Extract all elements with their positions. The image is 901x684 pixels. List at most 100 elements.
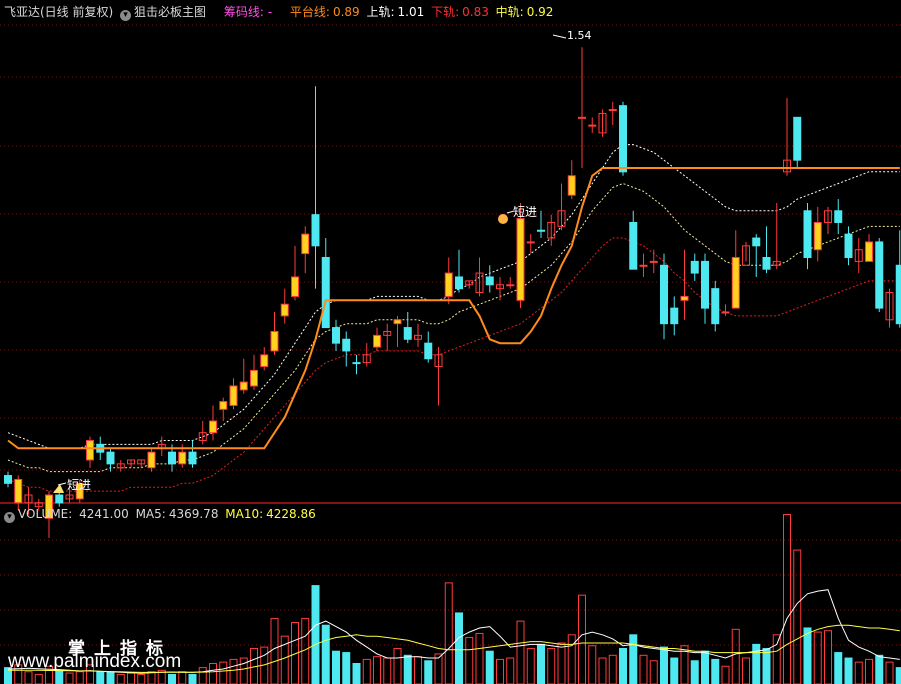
- candle-body: [332, 327, 340, 344]
- candle: [660, 253, 668, 340]
- middle-label: 中轨:: [495, 5, 524, 19]
- volume-value: 4241.00: [79, 507, 129, 521]
- candle: [280, 288, 289, 324]
- candle-body: [701, 260, 709, 309]
- candle: [424, 331, 433, 363]
- candle: [301, 226, 310, 274]
- volume-bar: [598, 657, 607, 684]
- candle-body: [178, 451, 187, 465]
- candle: [414, 323, 422, 348]
- candle: [444, 257, 453, 305]
- chip-line-label: 筹码线: -: [223, 5, 273, 19]
- signal-label-2: 短进: [513, 205, 537, 219]
- high-price-label: 1.54: [567, 29, 592, 42]
- template-name[interactable]: 狙击必板主图: [134, 5, 206, 19]
- middle-value: 0.92: [526, 5, 554, 19]
- volume-bar: [352, 663, 361, 684]
- toggle-icon[interactable]: ▾: [4, 512, 15, 523]
- candle-body: [86, 439, 94, 461]
- candle: [506, 276, 515, 289]
- candle: [496, 276, 504, 301]
- volume-bar: [865, 658, 873, 684]
- volume-legend: ▾ VOLUME: 4241.00 MA5: 4369.78 MA10: 4228.8…: [4, 507, 319, 523]
- candle: [209, 405, 217, 441]
- volume-bar: [875, 654, 884, 684]
- candle: [352, 354, 361, 375]
- toggle-icon[interactable]: ▾: [120, 10, 132, 21]
- candle-body: [608, 109, 617, 112]
- candle-body: [793, 116, 802, 161]
- candle-body: [567, 175, 576, 196]
- candle-body: [168, 451, 176, 465]
- candle-body: [711, 288, 720, 325]
- candle: [885, 288, 894, 328]
- candle-body: [619, 105, 627, 173]
- candle-body: [506, 284, 515, 287]
- candle-body: [680, 295, 689, 301]
- candle: [403, 312, 412, 344]
- candle: [588, 117, 597, 133]
- volume-bar: [362, 658, 371, 684]
- volume-bar: [772, 634, 781, 684]
- candle: [270, 312, 279, 355]
- candle-body: [393, 319, 402, 325]
- candle-body: [834, 210, 843, 223]
- candle-body: [752, 237, 761, 247]
- candle: [239, 358, 248, 394]
- candle-body: [342, 338, 351, 352]
- stock-name[interactable]: 飞亚达(日线 前复权): [4, 5, 113, 19]
- candle: [639, 253, 648, 277]
- candle: [383, 323, 392, 351]
- candle: [14, 475, 23, 511]
- candle: [813, 206, 822, 262]
- volume-bar: [393, 647, 402, 684]
- candle: [875, 238, 884, 313]
- candle: [731, 230, 740, 309]
- volume-bar: [526, 647, 535, 684]
- candle-body: [239, 381, 248, 391]
- volume-bar: [752, 643, 761, 684]
- candle: [260, 347, 269, 371]
- volume-bar: [34, 673, 43, 684]
- volume-bar: [803, 627, 812, 684]
- volume-bar: [342, 652, 351, 684]
- volume-bar: [557, 642, 566, 684]
- volume-bar: [270, 617, 279, 684]
- volume-bar: [24, 671, 33, 684]
- candle-body: [209, 420, 217, 434]
- candle-body: [403, 327, 412, 340]
- band-lines: [7, 144, 900, 492]
- volume-bar: [383, 657, 392, 684]
- volume-label: VOLUME:: [18, 507, 73, 521]
- candle: [834, 199, 843, 235]
- volume-bar: [65, 672, 74, 684]
- volume-bar: [127, 672, 135, 684]
- volume-bar: [424, 660, 433, 684]
- main-legend: 飞亚达(日线 前复权) ▾ 狙击必板主图 筹码线: - 平台线: 0.89 上轨: 1…: [4, 5, 556, 21]
- volume-bar: [75, 671, 84, 684]
- volume-bar: [670, 657, 679, 684]
- grid: [0, 24, 901, 646]
- volume-bar: [116, 673, 125, 684]
- volume-bar: [198, 667, 207, 684]
- candle-body: [813, 221, 822, 251]
- volume-bar: [414, 656, 422, 684]
- candle: [742, 241, 750, 266]
- volume-bar: [721, 665, 730, 684]
- high-marker-line: [552, 34, 567, 39]
- volume-bar: [742, 657, 750, 684]
- volume-bar: [711, 658, 720, 684]
- volume-bar: [106, 671, 115, 684]
- candle-body: [219, 401, 228, 410]
- candle-body: [629, 221, 638, 270]
- candle-body: [352, 362, 361, 365]
- candle-body: [639, 264, 648, 267]
- candle: [362, 343, 371, 367]
- candle: [598, 109, 607, 137]
- candle-body: [690, 260, 699, 274]
- volume-bar: [96, 671, 105, 684]
- candle: [526, 234, 535, 254]
- kline-chart[interactable]: 短进 短进 1.54: [0, 0, 901, 684]
- volume-bar: [219, 661, 228, 684]
- candle: [332, 319, 340, 351]
